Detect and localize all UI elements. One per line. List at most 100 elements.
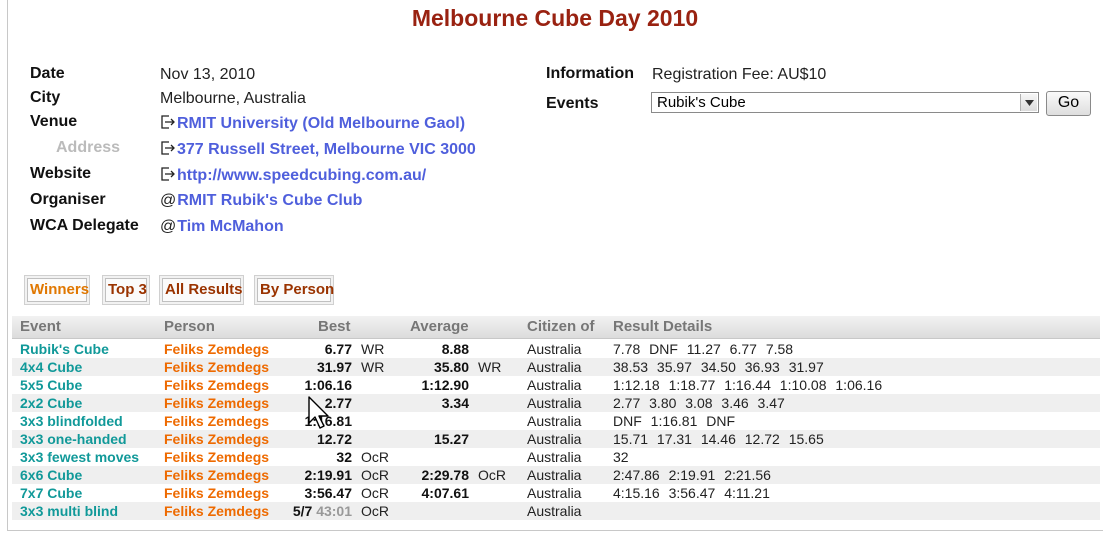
person-cell[interactable]: Feliks Zemdegs <box>164 484 269 502</box>
organiser-value: RMIT Rubik's Cube Club <box>177 192 363 209</box>
best-value: 1:06.16 <box>304 377 352 393</box>
header-event: Event <box>20 318 61 335</box>
results-table-header: Event Person Best Average Citizen of Res… <box>12 316 1100 339</box>
person-cell[interactable]: Feliks Zemdegs <box>164 502 269 520</box>
city-value: Melbourne, Australia <box>160 90 306 107</box>
result-details-cell: 4:15.16 3:56.47 4:11.21 <box>613 485 770 501</box>
website-label: Website <box>30 165 92 182</box>
go-button[interactable]: Go <box>1046 91 1091 116</box>
tab-all-results[interactable]: All Results <box>159 275 244 305</box>
event-cell[interactable]: 7x7 Cube <box>20 484 82 502</box>
chevron-down-icon[interactable] <box>1020 94 1037 111</box>
person-cell[interactable]: Feliks Zemdegs <box>164 376 269 394</box>
best-value: 6.77 <box>324 341 352 357</box>
person-cell[interactable]: Feliks Zemdegs <box>164 466 269 484</box>
result-details-cell: 1:12.18 1:18.77 1:16.44 1:10.08 1:06.16 <box>613 377 883 393</box>
result-details-cell: 2:47.86 2:19.91 2:21.56 <box>613 467 771 483</box>
table-row: 3x3 fewest moves Feliks Zemdegs OcR Austral… <box>12 448 1100 466</box>
event-cell[interactable]: 3x3 multi blind <box>20 502 118 520</box>
website-link[interactable]: http://www.speedcubing.com.au/ <box>160 166 426 185</box>
event-cell[interactable]: 3x3 one-handed <box>20 430 127 448</box>
result-details-cell: DNF 1:16.81 DNF <box>613 413 736 429</box>
tab-top-3[interactable]: Top 3 <box>102 275 150 305</box>
person-cell[interactable]: Feliks Zemdegs <box>164 394 269 412</box>
average-cell: 15.27 <box>433 431 469 447</box>
external-link-icon <box>160 114 176 133</box>
events-select[interactable]: Rubik's Cube <box>651 92 1039 113</box>
average-record-cell: WR <box>478 359 502 375</box>
venue-link[interactable]: RMIT University (Old Melbourne Gaol) <box>160 114 465 133</box>
date-label: Date <box>30 65 65 82</box>
result-details-cell: 2.77 3.80 3.08 3.46 3.47 <box>613 395 785 411</box>
organiser-link[interactable]: @RMIT Rubik's Cube Club <box>160 192 362 210</box>
delegate-link[interactable]: @Tim McMahon <box>160 218 284 236</box>
best-cell: 6.77 <box>325 340 352 358</box>
average-cell: 8.88 <box>441 341 469 357</box>
best-value: 3:56.47 <box>304 485 352 501</box>
event-cell[interactable]: 2x2 Cube <box>20 394 82 412</box>
best-record-cell: OcR <box>361 485 389 501</box>
person-cell[interactable]: Feliks Zemdegs <box>164 358 269 376</box>
best-value: 32 <box>336 449 352 465</box>
person-cell[interactable]: Feliks Zemdegs <box>164 448 269 466</box>
tab-label: Top 3 <box>105 278 147 302</box>
venue-label: Venue <box>30 113 78 130</box>
citizen-cell: Australia <box>527 413 582 429</box>
table-row: 3x3 one-handed Feliks Zemdegs 15.27 Austral… <box>12 430 1100 448</box>
average-record-cell: OcR <box>478 467 506 483</box>
tab-by-person[interactable]: By Person <box>254 275 334 305</box>
event-cell[interactable]: 4x4 Cube <box>20 358 82 376</box>
event-cell[interactable]: Rubik's Cube <box>20 340 109 358</box>
tab-label: All Results <box>162 278 243 302</box>
person-cell[interactable]: Feliks Zemdegs <box>164 430 269 448</box>
event-cell[interactable]: 3x3 blindfolded <box>20 412 123 430</box>
table-row: 3x3 blindfolded Feliks Zemdegs Australia DN… <box>12 412 1100 430</box>
best-cell: 32 <box>336 448 352 466</box>
person-cell[interactable]: Feliks Zemdegs <box>164 340 269 358</box>
best-extra-value: 43:01 <box>316 503 352 519</box>
event-cell[interactable]: 6x6 Cube <box>20 466 82 484</box>
best-value: 5/7 <box>292 503 313 519</box>
events-label: Events <box>546 95 599 112</box>
event-cell[interactable]: 3x3 fewest moves <box>20 448 139 466</box>
delegate-value: Tim McMahon <box>177 218 284 235</box>
external-link-icon <box>160 166 176 185</box>
address-link[interactable]: 377 Russell Street, Melbourne VIC 3000 <box>160 140 476 159</box>
header-details: Result Details <box>613 318 713 335</box>
city-label: City <box>30 89 61 106</box>
information-label: Information <box>546 65 634 82</box>
information-value: Registration Fee: AU$10 <box>652 66 827 83</box>
best-record-cell: WR <box>361 359 385 375</box>
best-cell: 31.97 <box>317 358 352 376</box>
event-cell[interactable]: 5x5 Cube <box>20 376 82 394</box>
tab-winners[interactable]: Winners <box>24 275 90 305</box>
average-cell: 3.34 <box>441 395 469 411</box>
citizen-cell: Australia <box>527 503 582 519</box>
date-value: Nov 13, 2010 <box>160 66 256 83</box>
average-cell: 1:12.90 <box>421 377 469 393</box>
citizen-cell: Australia <box>527 341 582 357</box>
citizen-cell: Australia <box>527 359 582 375</box>
tab-label: By Person <box>257 278 334 302</box>
table-row: 7x7 Cube Feliks Zemdegs OcR 4:07.61 Australi… <box>12 484 1100 502</box>
mouse-cursor-icon <box>308 396 330 435</box>
citizen-cell: Australia <box>527 467 582 483</box>
table-row: 3x3 multi blind Feliks Zemdegs OcR Australi… <box>12 502 1100 520</box>
table-row: 5x5 Cube Feliks Zemdegs 1:12.90 Australia 1:… <box>12 376 1100 394</box>
average-cell: 2:29.78 <box>421 467 469 483</box>
best-value: 2:19.91 <box>304 467 352 483</box>
person-cell[interactable]: Feliks Zemdegs <box>164 412 269 430</box>
external-link-icon <box>160 140 176 159</box>
best-record-cell: OcR <box>361 503 389 519</box>
citizen-cell: Australia <box>527 395 582 411</box>
events-selected-value: Rubik's Cube <box>657 94 746 111</box>
citizen-cell: Australia <box>527 449 582 465</box>
at-sign-icon: @ <box>160 192 177 209</box>
best-cell: 1:06.16 <box>305 376 352 394</box>
best-value: 31.97 <box>316 359 352 375</box>
at-sign-icon: @ <box>160 218 177 235</box>
tab-label: Winners <box>27 278 89 302</box>
table-row: 2x2 Cube Feliks Zemdegs 3.34 Australia 2.77 … <box>12 394 1100 412</box>
header-citizen: Citizen of <box>527 318 595 335</box>
best-record-cell: OcR <box>361 467 389 483</box>
